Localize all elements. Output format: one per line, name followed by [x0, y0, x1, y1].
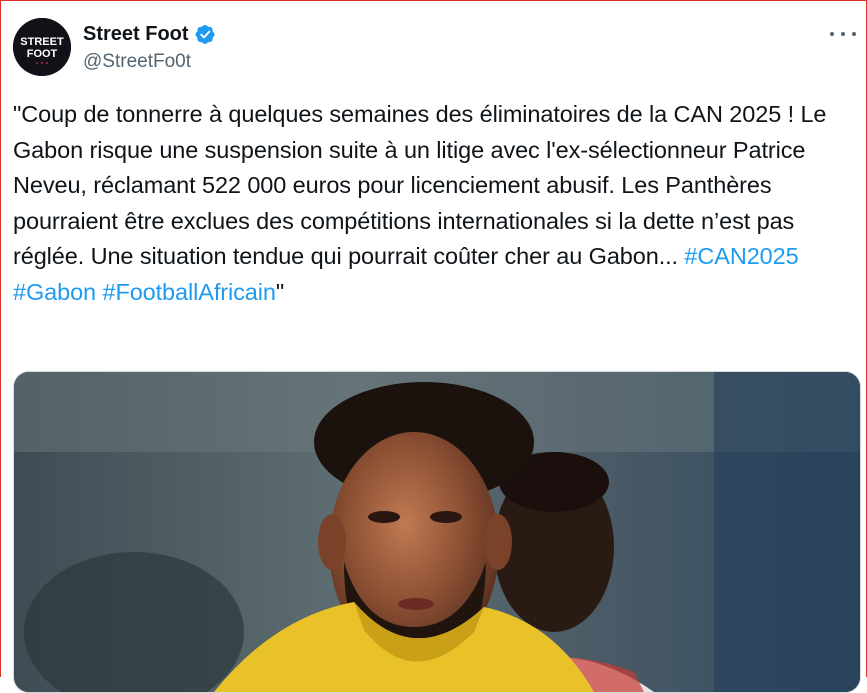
- svg-text:FOOT: FOOT: [27, 48, 58, 60]
- tweet-closing-quote: ": [275, 278, 285, 305]
- hashtag-link[interactable]: #CAN2025: [684, 243, 798, 269]
- more-dot: [841, 32, 845, 36]
- hashtag-link[interactable]: #Gabon: [13, 279, 96, 305]
- hashtag-link[interactable]: #FootballAfricain: [102, 279, 275, 305]
- tweet-card: STREET FOOT Street Foot @StreetFo0t "Cou…: [0, 0, 867, 693]
- author-name-row: Street Foot: [83, 21, 216, 47]
- more-dot: [852, 32, 856, 36]
- author-handle[interactable]: @StreetFo0t: [83, 51, 191, 73]
- tweet-photo[interactable]: [13, 371, 861, 693]
- photo-image: [14, 372, 860, 692]
- verified-badge-icon: [195, 24, 215, 44]
- street-foot-logo: STREET FOOT: [13, 18, 71, 76]
- author-display-name[interactable]: Street Foot: [83, 23, 189, 46]
- more-options-icon[interactable]: [830, 27, 856, 41]
- svg-text:STREET: STREET: [20, 36, 64, 48]
- more-dot: [830, 32, 834, 36]
- tweet-text: "Coup de tonnerre à quelques semaines de…: [13, 97, 858, 310]
- avatar[interactable]: STREET FOOT: [13, 18, 71, 76]
